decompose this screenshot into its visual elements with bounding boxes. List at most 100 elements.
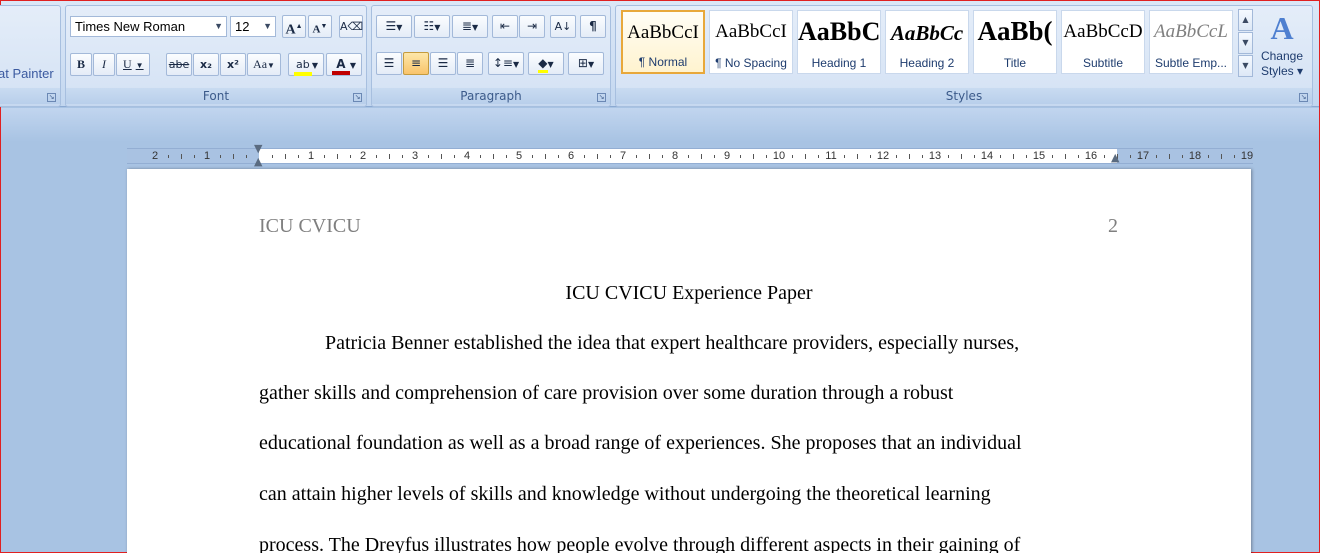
font-group: Times New Roman ▼ 12 ▼ A▲ A▼ A⌫ B I U ▼ a… [65, 5, 367, 107]
underline-button[interactable]: U ▼ [116, 53, 150, 76]
change-styles-label-2: Styles ▾ [1260, 64, 1304, 78]
numbering-button[interactable]: ☷▼ [414, 15, 450, 38]
ruler-tick [324, 155, 325, 158]
change-styles-icon: A [1270, 10, 1294, 46]
ruler-tick [701, 154, 702, 159]
font-color-button[interactable]: A ▼ [326, 53, 362, 76]
body-line: can attain higher levels of skills and k… [259, 483, 991, 505]
highlight-button[interactable]: ab ▼ [288, 53, 324, 76]
gallery-scroll-up-button[interactable]: ▲ [1238, 9, 1253, 31]
more-icon: ▼ [1242, 61, 1249, 70]
change-case-button[interactable]: Aa▼ [247, 53, 281, 76]
clear-formatting-button[interactable]: A⌫ [339, 15, 363, 38]
ruler-tick [636, 155, 637, 158]
italic-button[interactable]: I [93, 53, 115, 76]
bullet-list-icon: ☰ [385, 19, 397, 33]
subscript-button[interactable]: x₂ [193, 53, 219, 76]
ruler-tick [1104, 155, 1105, 158]
multilevel-list-button[interactable]: ≣▼ [452, 15, 488, 38]
font-size-value: 12 [235, 19, 250, 34]
ruler-tick [220, 155, 221, 158]
ruler-tick [844, 155, 845, 158]
eraser-icon: A⌫ [340, 20, 364, 33]
ruler-tick [597, 154, 598, 159]
gallery-scroll-down-button[interactable]: ▼ [1238, 32, 1253, 54]
ruler-tick [337, 154, 338, 159]
ruler-number: 9 [723, 150, 731, 162]
ruler-tick [649, 154, 650, 159]
style-subtle-emphasis[interactable]: AaBbCcL Subtle Emp... [1149, 10, 1233, 74]
change-styles-button[interactable]: A Change Styles ▾ [1257, 7, 1307, 79]
font-size-combo[interactable]: 12 ▼ [230, 16, 276, 37]
sort-button[interactable]: A↓ [550, 15, 576, 38]
horizontal-ruler[interactable]: 2 1 1 2 3 4 5 6 7 8 9 10 11 12 13 14 15 16 17 18 19 [127, 148, 1253, 164]
right-indent-marker[interactable]: ▲ [1111, 152, 1119, 163]
ruler-tick [870, 155, 871, 158]
ruler-tick [480, 155, 481, 158]
style-heading-2[interactable]: AaBbCc Heading 2 [885, 10, 969, 74]
decrease-indent-button[interactable]: ⇤ [492, 15, 518, 38]
font-group-label: Font [66, 88, 366, 104]
ruler-tick [662, 155, 663, 158]
ruler-tick [350, 155, 351, 158]
style-title[interactable]: AaBb( Title [973, 10, 1057, 74]
ruler-number: 14 [980, 150, 994, 162]
paragraph-launcher-icon[interactable]: ↘ [597, 93, 606, 102]
increase-indent-button[interactable]: ⇥ [519, 15, 545, 38]
document-title: ICU CVICU Experience Paper [565, 282, 813, 304]
superscript-button[interactable]: x² [220, 53, 246, 76]
strikethrough-button[interactable]: abe [166, 53, 192, 76]
ruler-tick [1130, 155, 1131, 158]
format-painter-button[interactable]: at Painter [0, 66, 54, 81]
bold-button[interactable]: B [70, 53, 92, 76]
ruler-number: 16 [1084, 150, 1098, 162]
style-subtitle[interactable]: AaBbCcD Subtitle [1061, 10, 1145, 74]
styles-group-label: Styles [616, 88, 1312, 104]
style-label: ¶ Normal [638, 55, 688, 69]
bullets-button[interactable]: ☰▼ [376, 15, 412, 38]
chevron-down-icon: ▼ [263, 21, 272, 31]
show-marks-button[interactable]: ¶ [580, 15, 606, 38]
first-line-indent-marker[interactable]: ▼ [254, 143, 262, 154]
ruler-tick [285, 154, 286, 159]
style-normal[interactable]: AaBbCcI ¶ Normal [621, 10, 705, 74]
ruler-tick [1013, 154, 1014, 159]
hanging-indent-marker[interactable]: ▲ [254, 156, 262, 167]
chevron-down-icon: ▼ [512, 60, 520, 69]
shading-button[interactable]: ◆▼ [528, 52, 564, 75]
shrink-font-button[interactable]: A▼ [308, 15, 332, 38]
ruler-tick [1078, 155, 1079, 158]
chevron-down-icon: ▼ [349, 61, 357, 70]
align-right-button[interactable]: ☰ [430, 52, 456, 75]
ruler-tick [922, 155, 923, 158]
style-sample: AaBbC [798, 17, 880, 46]
ruler-number: 1 [203, 150, 211, 162]
ruler-tick [506, 155, 507, 158]
ruler-tick [948, 155, 949, 158]
chevron-down-icon: ▼ [267, 61, 275, 70]
gallery-more-button[interactable]: ▼ [1238, 55, 1253, 77]
ruler-tick [389, 154, 390, 159]
borders-button[interactable]: ⊞▼ [568, 52, 604, 75]
align-center-button[interactable]: ≡ [403, 52, 429, 75]
grow-font-button[interactable]: A▲ [282, 15, 306, 38]
toolbar-spacer [1, 108, 1319, 142]
underline-icon: U [123, 57, 132, 71]
font-launcher-icon[interactable]: ↘ [353, 93, 362, 102]
style-no-spacing[interactable]: AaBbCcI ¶ No Spacing [709, 10, 793, 74]
font-name-combo[interactable]: Times New Roman ▼ [70, 16, 227, 37]
justify-button[interactable]: ≣ [457, 52, 483, 75]
ruler-tick [584, 155, 585, 158]
clipboard-launcher-icon[interactable]: ↘ [47, 93, 56, 102]
change-case-icon: Aa [253, 57, 268, 71]
style-heading-1[interactable]: AaBbC Heading 1 [797, 10, 881, 74]
align-left-button[interactable]: ☰ [376, 52, 402, 75]
ruler-tick [1156, 155, 1157, 158]
styles-launcher-icon[interactable]: ↘ [1299, 93, 1308, 102]
highlighter-icon: ab [293, 58, 312, 76]
clipboard-group: at Painter ↘ [0, 5, 61, 107]
line-spacing-button[interactable]: ↕≡▼ [488, 52, 524, 75]
document-page[interactable]: ICU CVICU 2 ICU CVICU Experience Paper P… [127, 169, 1251, 553]
justify-icon: ≣ [464, 56, 476, 70]
body-line: Patricia Benner established the idea tha… [325, 332, 1020, 354]
